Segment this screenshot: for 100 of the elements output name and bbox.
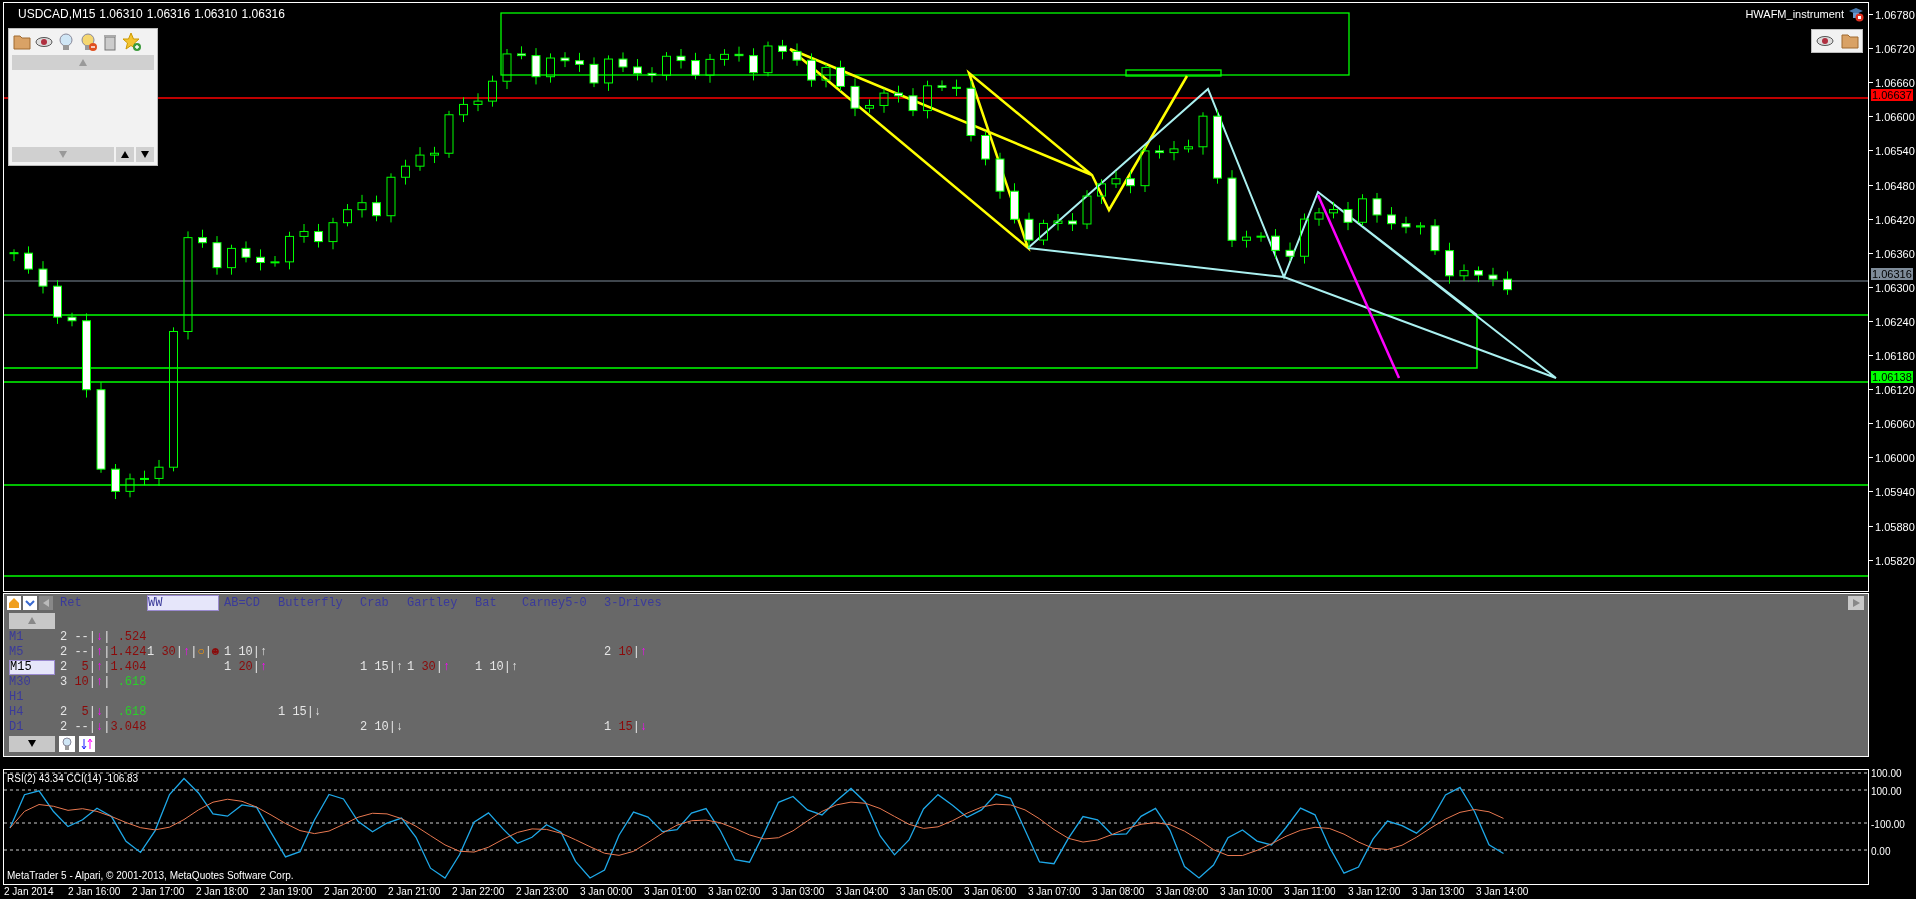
- candle: [256, 248, 265, 271]
- candle: [270, 255, 280, 268]
- candle: [328, 217, 338, 250]
- bulb-icon[interactable]: [59, 736, 75, 752]
- time-label: 3 Jan 03:00: [772, 885, 826, 899]
- move-down-button[interactable]: [136, 147, 154, 162]
- candle: [1039, 219, 1048, 246]
- pattern-cell: 2 10|↓: [360, 721, 404, 734]
- candle: [981, 130, 990, 166]
- candle: [1459, 263, 1469, 282]
- chevron-icon[interactable]: [23, 596, 37, 610]
- candle: [357, 194, 367, 219]
- triangle-up-icon: [27, 616, 37, 626]
- time-label: 3 Jan 01:00: [644, 885, 698, 899]
- bulb-minus-icon[interactable]: [78, 32, 98, 52]
- candle: [720, 48, 729, 67]
- triangle-down-icon: [58, 149, 68, 160]
- sort-arrows-icon[interactable]: [79, 736, 95, 752]
- candle: [343, 203, 352, 227]
- pattern-cell: 1 30|↑: [407, 661, 451, 674]
- candle: [1503, 270, 1512, 296]
- triangle-up-icon: [120, 149, 130, 160]
- candle: [546, 52, 555, 84]
- candle: [763, 41, 773, 77]
- price-label: 1.06600: [1875, 111, 1915, 124]
- candle: [67, 312, 77, 327]
- candle: [604, 54, 613, 92]
- scroll-right-button[interactable]: [1848, 596, 1864, 610]
- candle: [299, 223, 309, 244]
- candle: [1285, 242, 1295, 262]
- pattern-tab[interactable]: WW: [147, 595, 219, 611]
- star-plus-icon[interactable]: [122, 32, 142, 52]
- graduation-cap-icon[interactable]: [1848, 6, 1864, 23]
- candle: [1300, 213, 1309, 265]
- price-badge: 1.06316: [1871, 268, 1913, 280]
- candle: [227, 244, 236, 276]
- pattern-cell: 2 --|↓| .524: [60, 631, 147, 644]
- bulb-icon[interactable]: [56, 32, 76, 52]
- candle: [386, 172, 396, 223]
- time-label: 3 Jan 12:00: [1348, 885, 1402, 899]
- candle: [1488, 267, 1498, 287]
- candle: [1343, 201, 1353, 231]
- time-label: 3 Jan 07:00: [1028, 885, 1082, 899]
- candle: [995, 152, 1005, 200]
- price-label: 1.06120: [1875, 384, 1915, 397]
- price-label: 1.05820: [1875, 554, 1915, 567]
- timeframe-label[interactable]: M15: [9, 660, 55, 675]
- candle: [676, 48, 686, 69]
- pattern-cell: 1 15|↓: [604, 721, 648, 734]
- folder-icon[interactable]: [1839, 31, 1860, 51]
- time-label: 3 Jan 00:00: [580, 885, 634, 899]
- pattern-cell: 2 5|↑|1.404: [60, 661, 147, 674]
- pattern-cell: 2 10|↑: [604, 646, 648, 659]
- candle: [836, 60, 845, 92]
- candle: [415, 146, 425, 172]
- candle: [1010, 182, 1019, 224]
- candle: [212, 235, 222, 276]
- candle: [1184, 139, 1193, 154]
- candle: [53, 279, 62, 325]
- price-label: 1.06780: [1875, 9, 1915, 21]
- pattern-cell: 1 10|↑: [224, 646, 268, 659]
- pattern-cell: 2 --|↑|1.424: [60, 646, 147, 659]
- time-label: 2 Jan 23:00: [516, 885, 570, 899]
- candle: [154, 459, 164, 487]
- pattern-cell: 3 10|↑| .618: [60, 676, 147, 689]
- price-label: 1.05940: [1875, 486, 1915, 499]
- price-label: 1.06060: [1875, 418, 1915, 431]
- candle: [1314, 207, 1324, 227]
- candle: [502, 48, 512, 90]
- time-label: 3 Jan 06:00: [964, 885, 1018, 899]
- move-up-button[interactable]: [116, 147, 134, 162]
- price-label: 1.06300: [1875, 281, 1915, 294]
- home-icon[interactable]: [7, 596, 21, 610]
- candle: [850, 77, 860, 117]
- candle: [1198, 111, 1208, 156]
- pattern-cell: 1 15|↓: [278, 706, 322, 719]
- time-label: 2 Jan 18:00: [196, 885, 250, 899]
- candle: [125, 473, 135, 498]
- quote-value: 1.06316: [146, 6, 191, 23]
- folder-icon[interactable]: [12, 32, 32, 52]
- candle: [1358, 193, 1367, 227]
- pattern-cell: 1 20|↑: [224, 661, 268, 674]
- pattern-cell: 1 30|↑|○|☻: [147, 646, 220, 659]
- scroll-down-button[interactable]: [9, 736, 55, 752]
- quote-value: 1.06310: [194, 6, 238, 23]
- scroll-up-button[interactable]: [9, 613, 55, 629]
- candle: [241, 240, 251, 263]
- candle: [401, 159, 410, 186]
- time-label: 3 Jan 08:00: [1092, 885, 1146, 899]
- triangle-down-icon: [140, 149, 150, 160]
- time-label: 2 Jan 19:00: [260, 885, 314, 899]
- copyright-text: MetaTrader 5 - Alpari, © 2001-2013, MetaQuotes Software Corp.: [7, 869, 294, 883]
- time-label: 3 Jan 02:00: [708, 885, 762, 899]
- price-label: 1.06540: [1875, 145, 1915, 158]
- price-label: 1.06480: [1875, 179, 1915, 192]
- candle: [1416, 221, 1425, 235]
- level-label: 100.00: [1871, 785, 1902, 799]
- candle: [1242, 230, 1251, 249]
- candle: [1401, 216, 1411, 234]
- price-label: 1.06660: [1875, 77, 1915, 90]
